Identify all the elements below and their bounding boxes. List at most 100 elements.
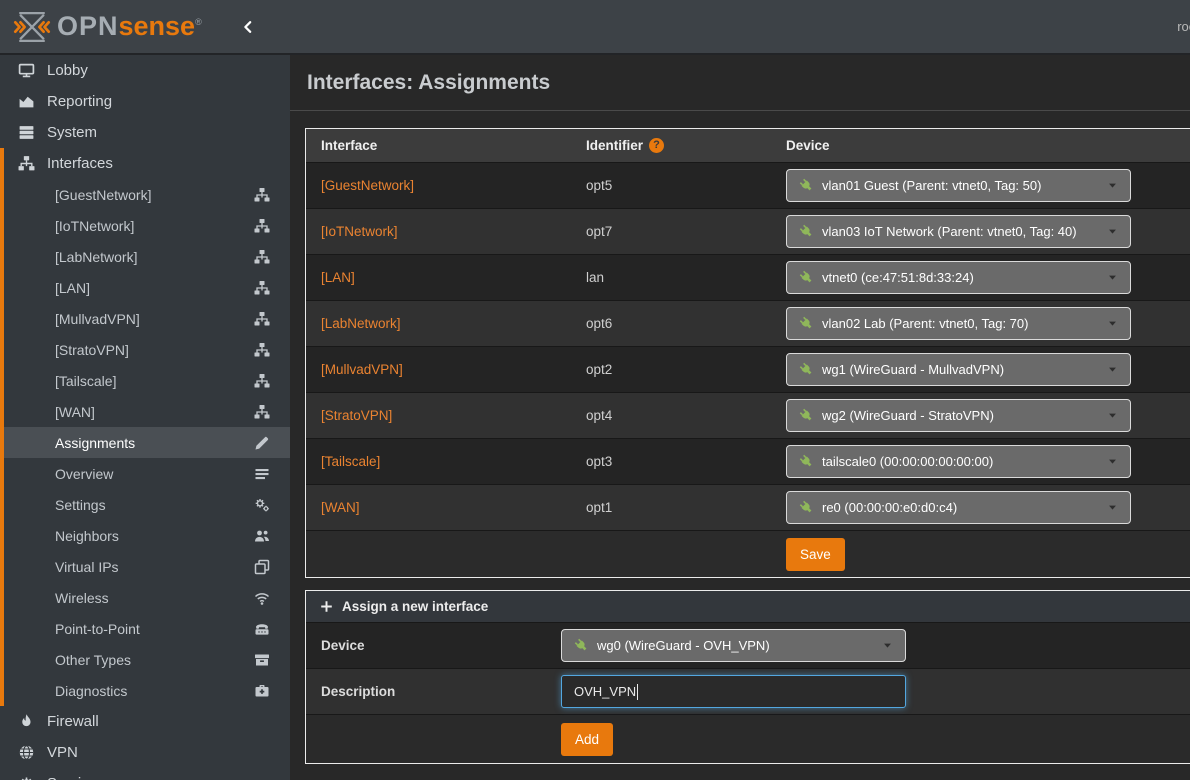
sidebar-item-labnetwork[interactable]: [LabNetwork] [0,241,290,272]
fire-icon [18,713,35,730]
caret-down-icon [1107,502,1118,513]
device-select[interactable]: vtnet0 (ce:47:51:8d:33:24) [786,261,1131,294]
assignments-table: Interface Identifier ? Device [GuestNetw… [305,128,1190,578]
sitemap-icon [18,155,35,172]
interface-link[interactable]: [Tailscale] [321,454,380,469]
sidebar-item-mullvadvpn[interactable]: [MullvadVPN] [0,303,290,334]
device-select[interactable]: tailscale0 (00:00:00:00:00:00) [786,445,1131,478]
sidebar-item-diagnostics[interactable]: Diagnostics [0,675,290,706]
sidebar-item-label: Virtual IPs [55,559,119,575]
sidebar-item-system[interactable]: System [0,117,290,148]
sidebar-item-settings[interactable]: Settings [0,489,290,520]
description-field-label: Description [306,684,561,699]
sidebar-item-label: Point-to-Point [55,621,140,637]
sidebar-item-label: Assignments [55,435,135,451]
sidebar-item-reporting[interactable]: Reporting [0,86,290,117]
sidebar-item-label: Diagnostics [55,683,127,699]
device-select-value: vlan02 Lab (Parent: vtnet0, Tag: 70) [822,316,1028,331]
gears-icon [254,497,270,513]
sidebar-item-lobby[interactable]: Lobby [0,55,290,86]
opnsense-logo[interactable]: OPNsense® [13,10,203,44]
sidebar-collapse-button[interactable] [241,19,255,35]
interface-link[interactable]: [LAN] [321,270,355,285]
sidebar-item-label: [WAN] [55,404,95,420]
assign-new-interface-panel: Assign a new interface Device wg0 (WireG… [305,590,1190,764]
plug-icon [799,408,814,423]
interface-link[interactable]: [GuestNetwork] [321,178,414,193]
device-select[interactable]: wg1 (WireGuard - MullvadVPN) [786,353,1131,386]
device-field-row: Device wg0 (WireGuard - OVH_VPN) [306,622,1190,668]
sidebar-item-iotnetwork[interactable]: [IoTNetwork] [0,210,290,241]
caret-down-icon [1107,456,1118,467]
assign-panel-title: Assign a new interface [342,599,488,614]
sidebar: Lobby Reporting SystemInterfaces[GuestNetw… [0,55,290,780]
sidebar-item-vpn[interactable]: VPN [0,737,290,768]
sidebar-item-label: Firewall [47,713,99,730]
plug-icon [799,316,814,331]
plus-icon [320,600,333,613]
interface-link[interactable]: [LabNetwork] [321,316,401,331]
device-select[interactable]: re0 (00:00:00:e0:d0:c4) [786,491,1131,524]
sidebar-item-stratovpn[interactable]: [StratoVPN] [0,334,290,365]
list-icon [254,466,270,482]
sidebar-item-wan[interactable]: [WAN] [0,396,290,427]
identifier-value: opt2 [571,362,771,377]
add-button[interactable]: Add [561,723,613,756]
device-select[interactable]: wg0 (WireGuard - OVH_VPN) [561,629,906,662]
sidebar-item-label: [Tailscale] [55,373,116,389]
device-select[interactable]: vlan01 Guest (Parent: vtnet0, Tag: 50) [786,169,1131,202]
device-select[interactable]: wg2 (WireGuard - StratoVPN) [786,399,1131,432]
server-icon [18,124,35,141]
column-header-interface: Interface [306,138,571,153]
device-select-value: wg1 (WireGuard - MullvadVPN) [822,362,1004,377]
globe-icon [18,744,35,761]
sitemap-icon [254,187,270,203]
identifier-value: opt3 [571,454,771,469]
caret-down-icon [1107,226,1118,237]
sidebar-item-label: Settings [55,497,106,513]
description-field-row: Description OVH_VPN [306,668,1190,714]
save-button[interactable]: Save [786,538,845,571]
sidebar-item-neighbors[interactable]: Neighbors [0,520,290,551]
sidebar-item-tailscale[interactable]: [Tailscale] [0,365,290,396]
sidebar-item-other-types[interactable]: Other Types [0,644,290,675]
sidebar-item-interfaces[interactable]: Interfaces [0,148,290,179]
caret-down-icon [1107,410,1118,421]
sitemap-icon [254,280,270,296]
interface-link[interactable]: [MullvadVPN] [321,362,403,377]
interface-link[interactable]: [IoTNetwork] [321,224,398,239]
top-navbar: OPNsense® roo [0,0,1190,55]
sidebar-item-point-to-point[interactable]: Point-to-Point [0,613,290,644]
device-select-value: re0 (00:00:00:e0:d0:c4) [822,500,957,515]
device-select-value: wg0 (WireGuard - OVH_VPN) [597,638,770,653]
sidebar-item-services[interactable]: Services [0,768,290,780]
sidebar-item-wireless[interactable]: Wireless [0,582,290,613]
sitemap-icon [254,373,270,389]
description-input[interactable]: OVH_VPN [561,675,906,708]
device-select-value: wg2 (WireGuard - StratoVPN) [822,408,994,423]
identifier-value: opt1 [571,500,771,515]
table-row-guestnetwork: [GuestNetwork]opt5vlan01 Guest (Parent: … [306,162,1190,208]
sidebar-item-overview[interactable]: Overview [0,458,290,489]
sidebar-item-firewall[interactable]: Firewall [0,706,290,737]
sidebar-item-virtual-ips[interactable]: Virtual IPs [0,551,290,582]
sidebar-item-guestnetwork[interactable]: [GuestNetwork] [0,179,290,210]
sidebar-item-lan[interactable]: [LAN] [0,272,290,303]
device-select-value: tailscale0 (00:00:00:00:00:00) [822,454,993,469]
device-select-value: vlan03 IoT Network (Parent: vtnet0, Tag:… [822,224,1077,239]
question-icon[interactable]: ? [649,138,664,153]
main-content: Interfaces: Assignments Interface Identi… [290,55,1190,780]
column-header-device: Device [771,138,1190,153]
opnsense-logo-icon [13,10,51,44]
table-row-iotnetwork: [IoTNetwork]opt7vlan03 IoT Network (Pare… [306,208,1190,254]
sidebar-item-label: Reporting [47,93,112,110]
sidebar-item-assignments[interactable]: Assignments [0,427,290,458]
sitemap-icon [254,311,270,327]
assign-panel-header[interactable]: Assign a new interface [306,591,1190,622]
interface-link[interactable]: [StratoVPN] [321,408,392,423]
page-title: Interfaces: Assignments [307,71,550,95]
device-select[interactable]: vlan03 IoT Network (Parent: vtnet0, Tag:… [786,215,1131,248]
device-select[interactable]: vlan02 Lab (Parent: vtnet0, Tag: 70) [786,307,1131,340]
interface-link[interactable]: [WAN] [321,500,360,515]
add-row: Add [306,714,1190,763]
